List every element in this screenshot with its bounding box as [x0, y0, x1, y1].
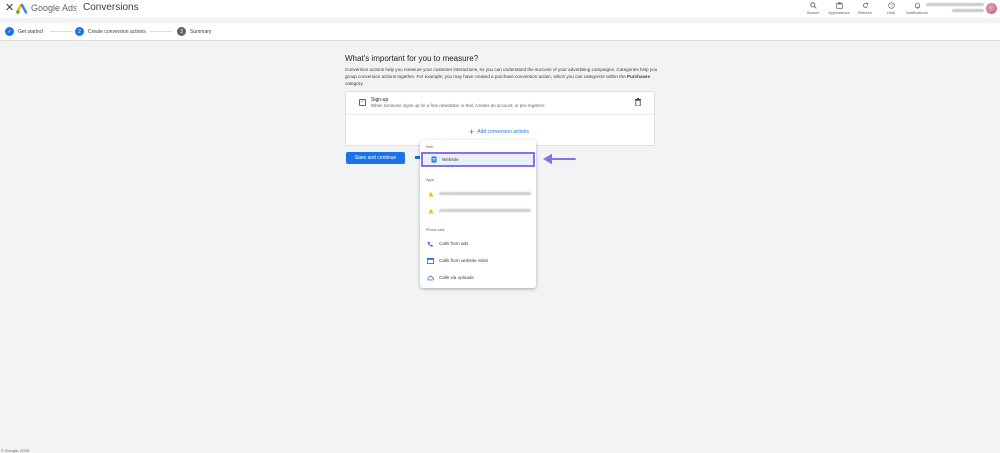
step-connector: [50, 31, 72, 32]
website-icon: [430, 156, 437, 163]
website-calls-icon: [427, 257, 434, 264]
search-tool[interactable]: Search: [800, 0, 826, 18]
cloud-upload-icon: [427, 274, 434, 281]
step-summary[interactable]: 3 Summary: [177, 27, 211, 36]
search-icon: [809, 0, 817, 10]
appearance-icon: [835, 0, 843, 10]
section-web-label: Web: [426, 145, 434, 149]
svg-text:?: ?: [890, 3, 893, 8]
check-icon: ✓: [5, 27, 14, 36]
add-conversion-dropdown: Web Website Apps Phone calls Calls from …: [420, 140, 536, 288]
app-icon: [427, 207, 434, 214]
page-title: Conversions: [83, 2, 139, 13]
help-tool[interactable]: ? Help: [878, 0, 904, 18]
pointer-arrow-icon: [543, 153, 576, 165]
category-description: When someone signs up for a free newslet…: [371, 103, 545, 108]
account-info-redacted[interactable]: [926, 3, 984, 15]
page-heading: What's important for you to measure?: [345, 54, 479, 63]
top-bar: ✕ Google Ads Conversions Search Appearan…: [0, 0, 1000, 18]
step-get-started[interactable]: ✓ Get started: [5, 27, 43, 36]
google-ads-logo-icon: [16, 3, 28, 14]
refresh-tool[interactable]: Refresh: [852, 0, 878, 18]
section-phone-calls-label: Phone calls: [426, 228, 445, 232]
menu-item-calls-from-website-visits[interactable]: Calls from website visits: [420, 253, 536, 268]
brand-name: Google Ads: [31, 3, 78, 13]
conversion-category-card: ✓ Sign-up When someone signs up for a fr…: [345, 91, 655, 146]
section-apps-label: Apps: [426, 178, 435, 182]
step-connector: [150, 31, 172, 32]
refresh-icon: [862, 0, 869, 10]
category-row-sign-up: ✓ Sign-up When someone signs up for a fr…: [346, 92, 654, 115]
app-icon: [427, 190, 434, 197]
avatar[interactable]: [986, 3, 997, 14]
bell-icon: [914, 0, 921, 10]
plus-icon: +: [469, 127, 475, 137]
phone-ads-icon: [427, 240, 434, 247]
delete-icon[interactable]: [635, 98, 641, 106]
add-conversion-actions-button[interactable]: + Add conversion actions: [469, 127, 529, 137]
step-create-conversion-actions[interactable]: 2 Create conversion actions: [75, 27, 146, 36]
menu-item-calls-from-ads[interactable]: Calls from ads: [420, 236, 536, 251]
menu-item-website[interactable]: Website: [421, 152, 535, 167]
title-divider: [76, 4, 77, 14]
page-description: Conversion actions help you measure your…: [345, 67, 658, 86]
toolbar: Search Appearance Refresh ? Help Notific…: [800, 0, 930, 18]
close-icon[interactable]: ✕: [5, 3, 14, 14]
menu-item-app-redacted[interactable]: [420, 186, 536, 201]
appearance-tool[interactable]: Appearance: [826, 0, 852, 18]
progress-stepper: ✓ Get started 2 Create conversion action…: [0, 23, 1000, 41]
signup-category-icon: ✓: [359, 99, 366, 106]
save-and-continue-button[interactable]: Save and continue: [346, 152, 405, 164]
menu-item-app-redacted[interactable]: [420, 203, 536, 218]
footer-copyright: © Google, 2025: [1, 448, 30, 453]
menu-item-calls-via-uploads[interactable]: Calls via uploads: [420, 270, 536, 285]
help-icon: ?: [887, 0, 895, 10]
